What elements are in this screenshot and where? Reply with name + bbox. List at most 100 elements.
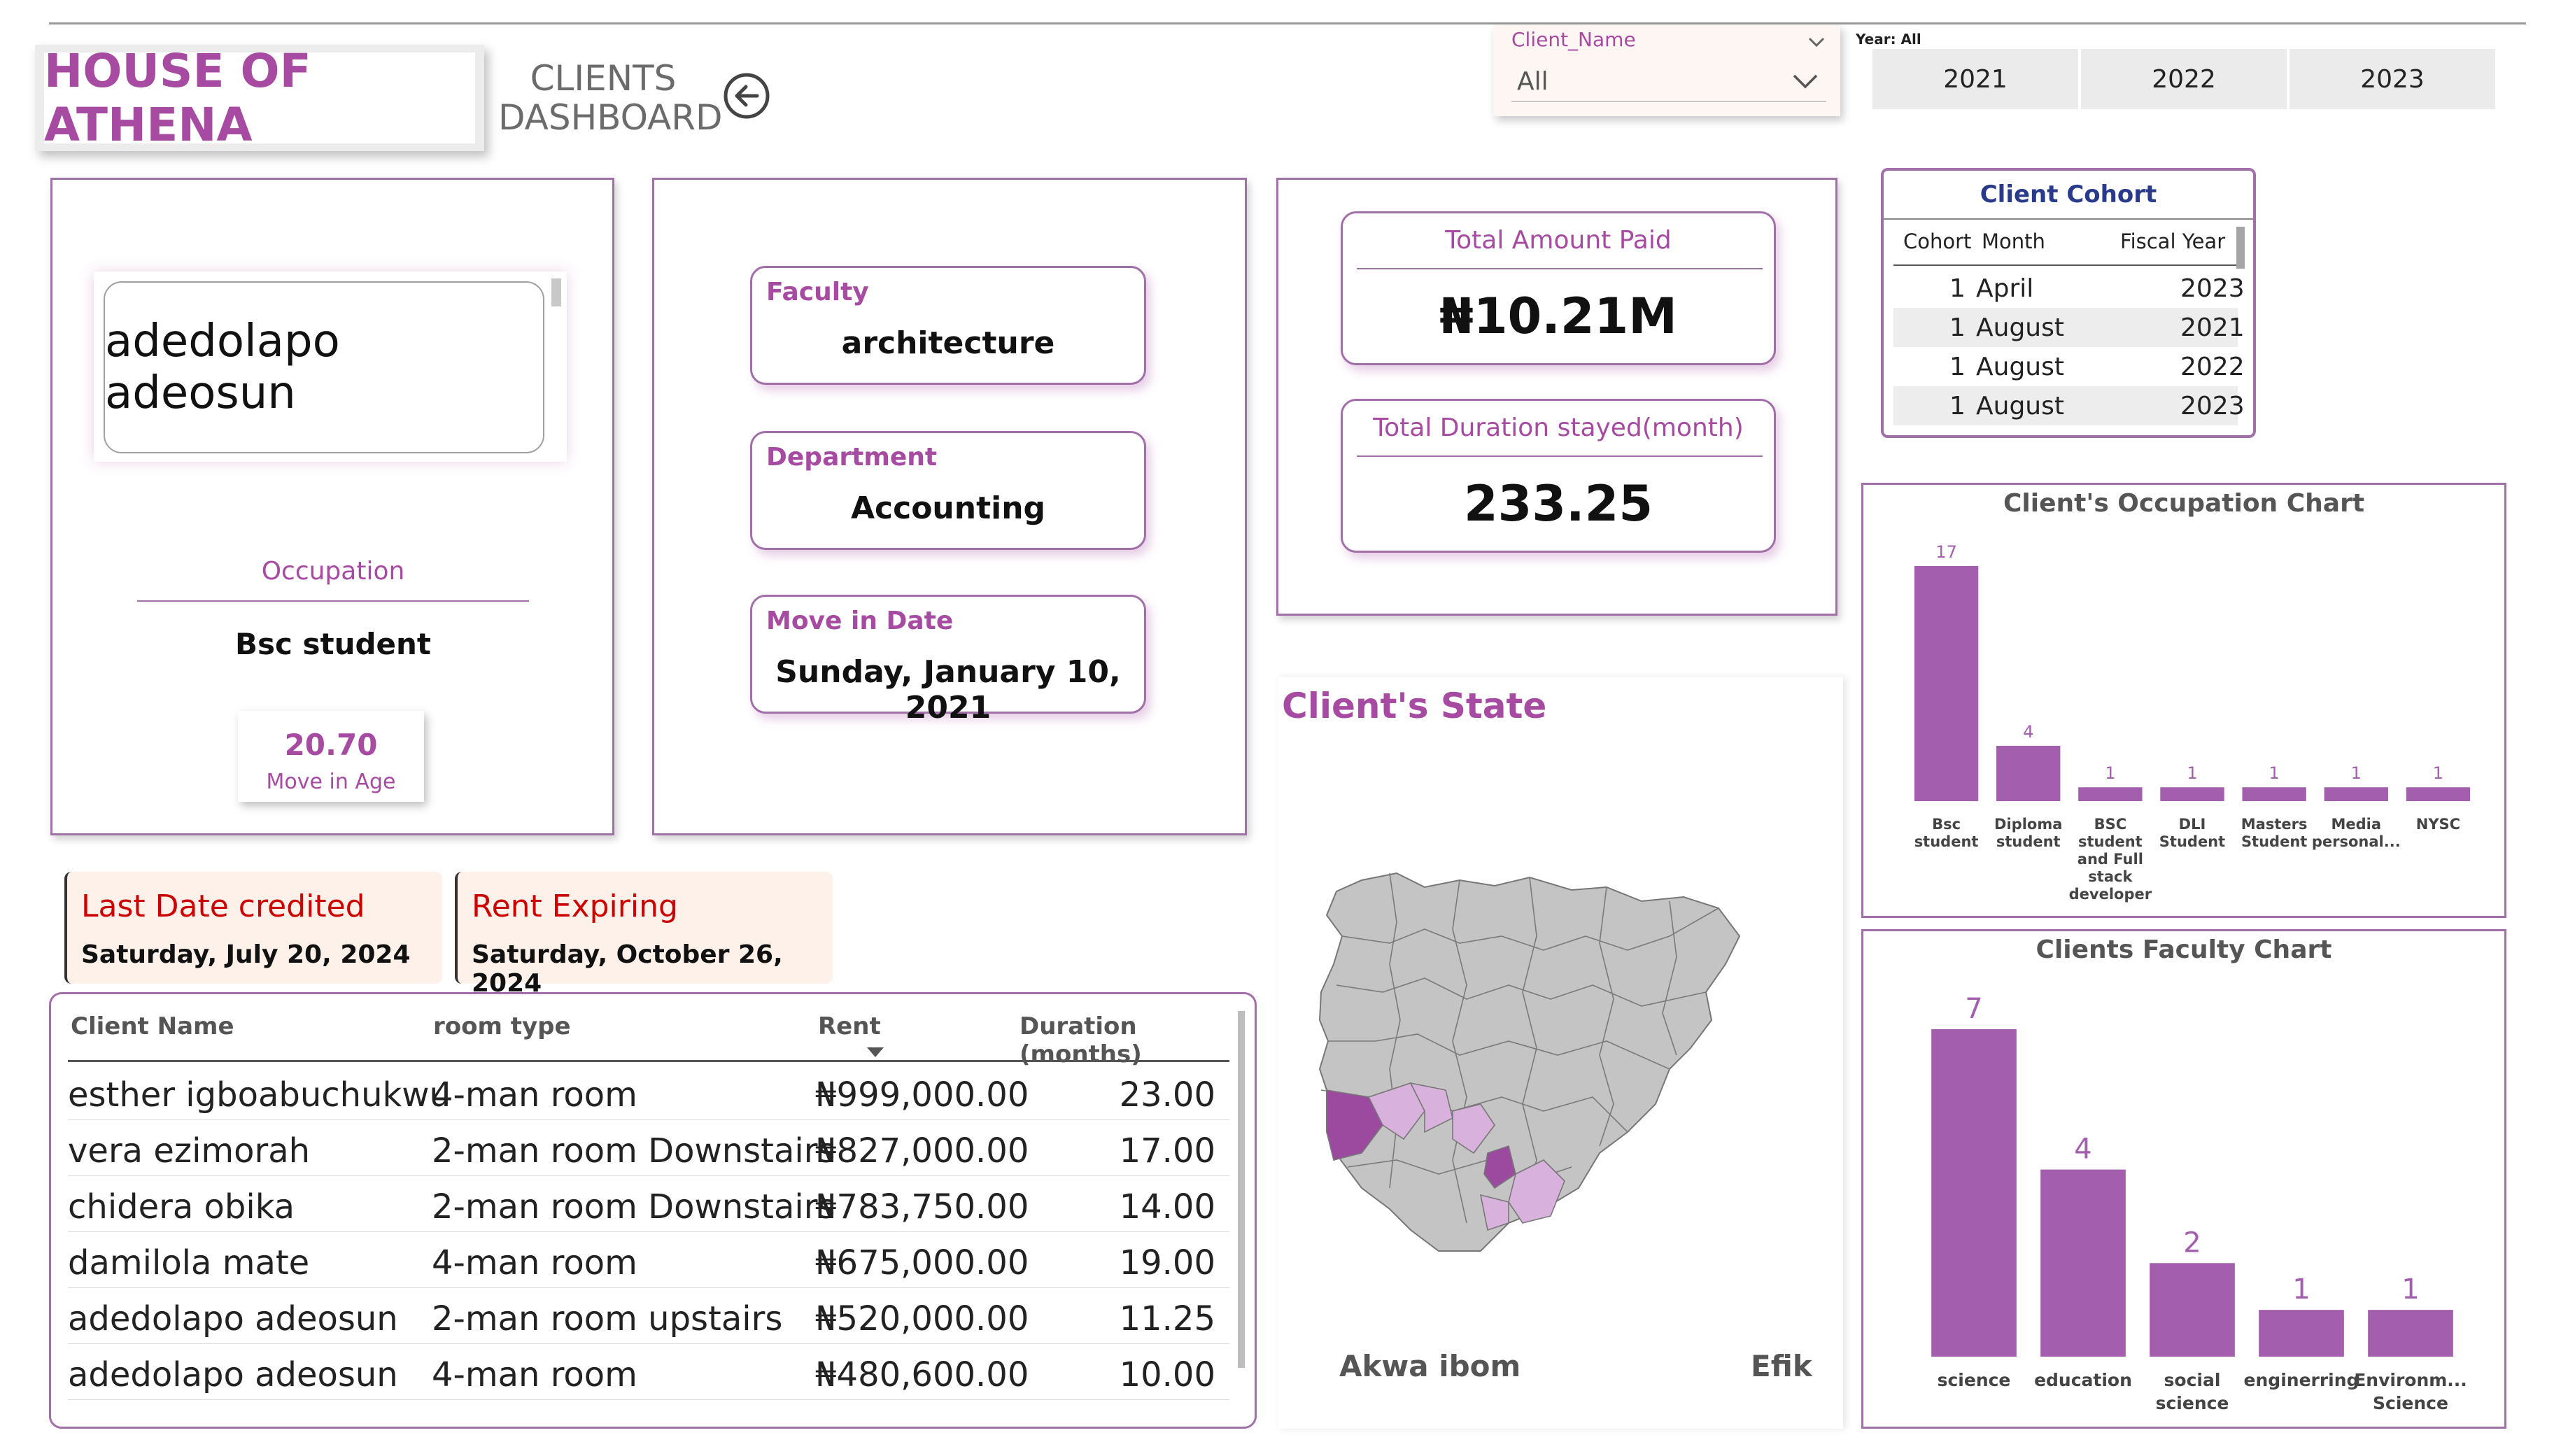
table-row[interactable]: vera ezimorah 2-man room Downstairs ₦827… <box>68 1120 1229 1176</box>
occupation-divider <box>137 600 529 602</box>
year-button-2021[interactable]: 2021 <box>1872 49 2078 109</box>
chevron-down-icon[interactable] <box>1807 32 1826 52</box>
cohort-header-month[interactable]: Month <box>1982 229 2045 253</box>
move-in-date-label: Move in Date <box>766 607 954 635</box>
slicer-label: Client_Name <box>1511 28 1636 51</box>
room-type-cell: 2-man room Downstairs <box>432 1187 835 1227</box>
nigeria-map[interactable] <box>1278 859 1843 1265</box>
faculty-value: architecture <box>841 325 1055 361</box>
table-row[interactable]: 1 August 2021 <box>1893 308 2245 347</box>
cohort-cell: 1 <box>1949 392 1966 420</box>
occupation-chart-panel: Client's Occupation Chart 17 Bsc student 4 D… <box>1861 483 2506 918</box>
year-cell: 2023 <box>2180 274 2245 303</box>
category-label: education <box>2034 1370 2132 1390</box>
table-row[interactable]: 1 April 2023 <box>1893 269 2245 308</box>
bar[interactable] <box>1931 1029 2017 1357</box>
month-cell: August <box>1976 392 2064 420</box>
rent-expiring-label: Rent Expiring <box>472 889 678 924</box>
data-label: 4 <box>2074 1133 2091 1166</box>
chevron-down-icon[interactable] <box>1791 69 1819 92</box>
brand-logo: HOUSE OF ATHENA <box>44 44 475 152</box>
data-label: 1 <box>2105 763 2115 783</box>
data-label: 17 <box>1935 542 1957 562</box>
rent-cell: ₦999,000.00 <box>815 1075 1029 1115</box>
rent-expiring-value: Saturday, October 26, 2024 <box>472 940 783 998</box>
slicer-selected-value: All <box>1517 67 1548 96</box>
table-row[interactable]: adedolapo adeosun 2-man room upstairs ₦5… <box>68 1288 1229 1344</box>
table-row[interactable]: damilola mate 4-man room ₦675,000.00 19.… <box>68 1232 1229 1288</box>
department-card: Department Accounting <box>750 431 1146 550</box>
cohort-cell: 1 <box>1949 274 1966 303</box>
faculty-chart-panel: Clients Faculty Chart 7 science 4 education… <box>1861 929 2506 1429</box>
bar[interactable] <box>2078 787 2143 801</box>
client-rent-table: Client Name room type Rent Duration (mon… <box>49 992 1257 1429</box>
faculty-label: Faculty <box>766 278 869 306</box>
room-type-cell: 4-man room <box>432 1355 637 1394</box>
client-name-card: adedolapo adeosun <box>94 271 567 462</box>
client-name-cell: esther igboabuchukwu <box>68 1075 451 1115</box>
table-row[interactable]: 1 August 2023 <box>1893 386 2245 425</box>
rent-cell: ₦783,750.00 <box>815 1187 1029 1227</box>
category-label: BSC student and Full stack developer <box>2069 816 2152 903</box>
data-label: 7 <box>1965 993 1982 1025</box>
room-type-cell: 2-man room Downstairs <box>432 1131 835 1171</box>
scrollbar[interactable] <box>551 278 561 306</box>
table-row[interactable]: 1 August 2022 <box>1893 347 2245 386</box>
rent-cell: ₦827,000.00 <box>815 1131 1029 1171</box>
scrollbar[interactable] <box>1238 1011 1245 1368</box>
year-cell: 2021 <box>2180 313 2245 342</box>
bar[interactable] <box>2242 787 2306 801</box>
category-label: Environm... Science <box>2354 1370 2467 1413</box>
bar[interactable] <box>1914 566 1979 801</box>
rent-expiring-card: Rent Expiring Saturday, October 26, 2024 <box>455 872 833 998</box>
year-cell: 2023 <box>2180 392 2245 420</box>
table-row[interactable]: esther igboabuchukwu 4-man room ₦999,000… <box>68 1064 1229 1120</box>
category-label: DLI Student <box>2159 816 2225 850</box>
table-header-divider <box>68 1060 1229 1062</box>
data-label: 1 <box>2187 763 2197 783</box>
sort-descending-icon[interactable] <box>867 1047 884 1057</box>
cohort-header-cohort[interactable]: Cohort <box>1903 229 1971 253</box>
category-label: Diploma student <box>1994 816 2062 850</box>
client-name-cell: damilola mate <box>68 1243 310 1282</box>
year-button-2023[interactable]: 2023 <box>2290 49 2495 109</box>
bar[interactable] <box>2150 1263 2235 1357</box>
header-client-name[interactable]: Client Name <box>71 1012 234 1040</box>
cohort-header-fiscal-year[interactable]: Fiscal Year <box>2120 229 2225 253</box>
client-name-cell: adedolapo adeosun <box>68 1355 398 1394</box>
data-label: 4 <box>2023 722 2033 742</box>
table-row[interactable]: adedolapo adeosun 4-man room ₦480,600.00… <box>68 1344 1229 1400</box>
client-name: adedolapo adeosun <box>105 316 340 419</box>
kpi-divider <box>1357 268 1763 269</box>
header-room-type[interactable]: room type <box>433 1012 571 1040</box>
header-rent[interactable]: Rent <box>818 1012 881 1040</box>
brand-logo-frame: HOUSE OF ATHENA <box>35 44 484 152</box>
occupation-chart: 17 Bsc student 4 Diploma student 1 BSC student an… <box>1914 542 2471 903</box>
year-cell: 2022 <box>2180 353 2245 381</box>
bar[interactable] <box>2160 787 2224 801</box>
rent-cell: ₦675,000.00 <box>815 1243 1029 1282</box>
dashboard-title-line2: DASHBOARD <box>498 97 723 138</box>
cohort-cell: 1 <box>1949 353 1966 381</box>
back-arrow-icon[interactable] <box>722 71 771 120</box>
table-row[interactable]: chidera obika 2-man room Downstairs ₦783… <box>68 1176 1229 1232</box>
bar[interactable] <box>1996 745 2061 801</box>
year-button-2022[interactable]: 2022 <box>2081 49 2287 109</box>
occupation-value: Bsc student <box>234 627 432 661</box>
bar[interactable] <box>2368 1310 2453 1357</box>
bar[interactable] <box>2259 1310 2344 1357</box>
client-name-dropdown[interactable]: All <box>1511 59 1826 102</box>
bar[interactable] <box>2406 787 2471 801</box>
year-filter-label: Year: All <box>1856 31 1921 48</box>
scrollbar[interactable] <box>2236 227 2245 269</box>
data-label: 1 <box>2269 763 2280 783</box>
bar[interactable] <box>2324 787 2388 801</box>
cohort-header-divider <box>1893 264 2238 266</box>
room-type-cell: 4-man room <box>432 1075 637 1115</box>
move-in-age-card: 20.70 Move in Age <box>238 711 424 802</box>
duration-cell: 10.00 <box>1119 1355 1215 1394</box>
map-tribe-label: Efik <box>1751 1349 1812 1383</box>
month-cell: August <box>1976 353 2064 381</box>
bar[interactable] <box>2040 1169 2126 1357</box>
client-name-cell: chidera obika <box>68 1187 295 1227</box>
